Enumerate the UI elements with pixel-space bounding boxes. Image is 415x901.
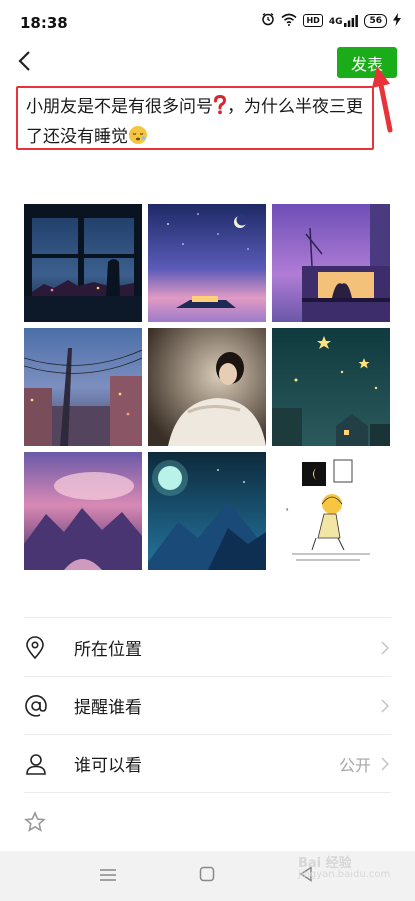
- status-bar: 18:38 HD 4G 56: [0, 0, 415, 44]
- divider: [24, 792, 391, 793]
- photo-street-power-lines[interactable]: [24, 328, 142, 446]
- hd-icon: HD: [303, 14, 323, 27]
- photo-window-night-city[interactable]: [24, 204, 142, 322]
- photo-couple-balcony[interactable]: [272, 204, 390, 322]
- remind-label: 提醒谁看: [74, 698, 142, 718]
- photo-sleeping-girl[interactable]: [148, 328, 266, 446]
- sleepy-face-emoji: [128, 125, 148, 148]
- chevron-right-icon: [379, 640, 391, 655]
- person-icon: [24, 752, 64, 776]
- menu-row-visibility[interactable]: 谁可以看 公开: [24, 735, 391, 792]
- signal-label: 4G: [328, 16, 343, 27]
- alarm-icon: [261, 12, 275, 29]
- back-button[interactable]: [10, 48, 38, 78]
- photo-moon-purple-sky[interactable]: [148, 204, 266, 322]
- location-label: 所在位置: [74, 640, 142, 660]
- charging-icon: [393, 12, 401, 29]
- chevron-right-icon: [379, 698, 391, 713]
- menu-row-location[interactable]: 所在位置: [24, 619, 391, 676]
- status-time: 18:38: [20, 14, 68, 32]
- red-question-mark-emoji: [213, 94, 227, 124]
- wifi-icon: [281, 13, 297, 29]
- photo-blue-moon-mountains[interactable]: [148, 452, 266, 570]
- post-text-box[interactable]: 小朋友是不是有很多问号 ，为什么半夜三更了还没有睡觉: [16, 86, 374, 150]
- watermark-sub: jingyan.baidu.com: [298, 869, 391, 880]
- divider: [24, 617, 391, 618]
- menu-row-extra[interactable]: [24, 794, 391, 850]
- star-icon: [24, 811, 64, 833]
- at-sign-icon: [24, 694, 64, 718]
- watermark: Bai 经验 jingyan.baidu.com: [298, 852, 390, 880]
- status-icons: HD 4G 56: [261, 12, 401, 29]
- post-text-part1: 小朋友是不是有很多问号: [26, 97, 213, 117]
- photo-cartoon-sketch[interactable]: ᵃ: [272, 452, 390, 570]
- visibility-label: 谁可以看: [74, 756, 142, 776]
- menu-lines-icon: [99, 867, 117, 886]
- photo-starry-night-town[interactable]: [272, 328, 390, 446]
- location-pin-icon: [24, 635, 64, 660]
- battery-icon: 56: [364, 13, 387, 28]
- visibility-value: 公开: [338, 755, 371, 775]
- home-button[interactable]: [177, 851, 237, 901]
- photo-pink-mountains[interactable]: [24, 452, 142, 570]
- menu-button[interactable]: [78, 851, 138, 901]
- publish-button[interactable]: 发表: [337, 47, 397, 78]
- chevron-right-icon: [379, 756, 391, 771]
- menu-row-remind[interactable]: 提醒谁看: [24, 677, 391, 734]
- chevron-left-icon: [17, 50, 31, 76]
- signal-4g-icon: 4G: [328, 14, 359, 27]
- home-square-icon: [199, 866, 215, 886]
